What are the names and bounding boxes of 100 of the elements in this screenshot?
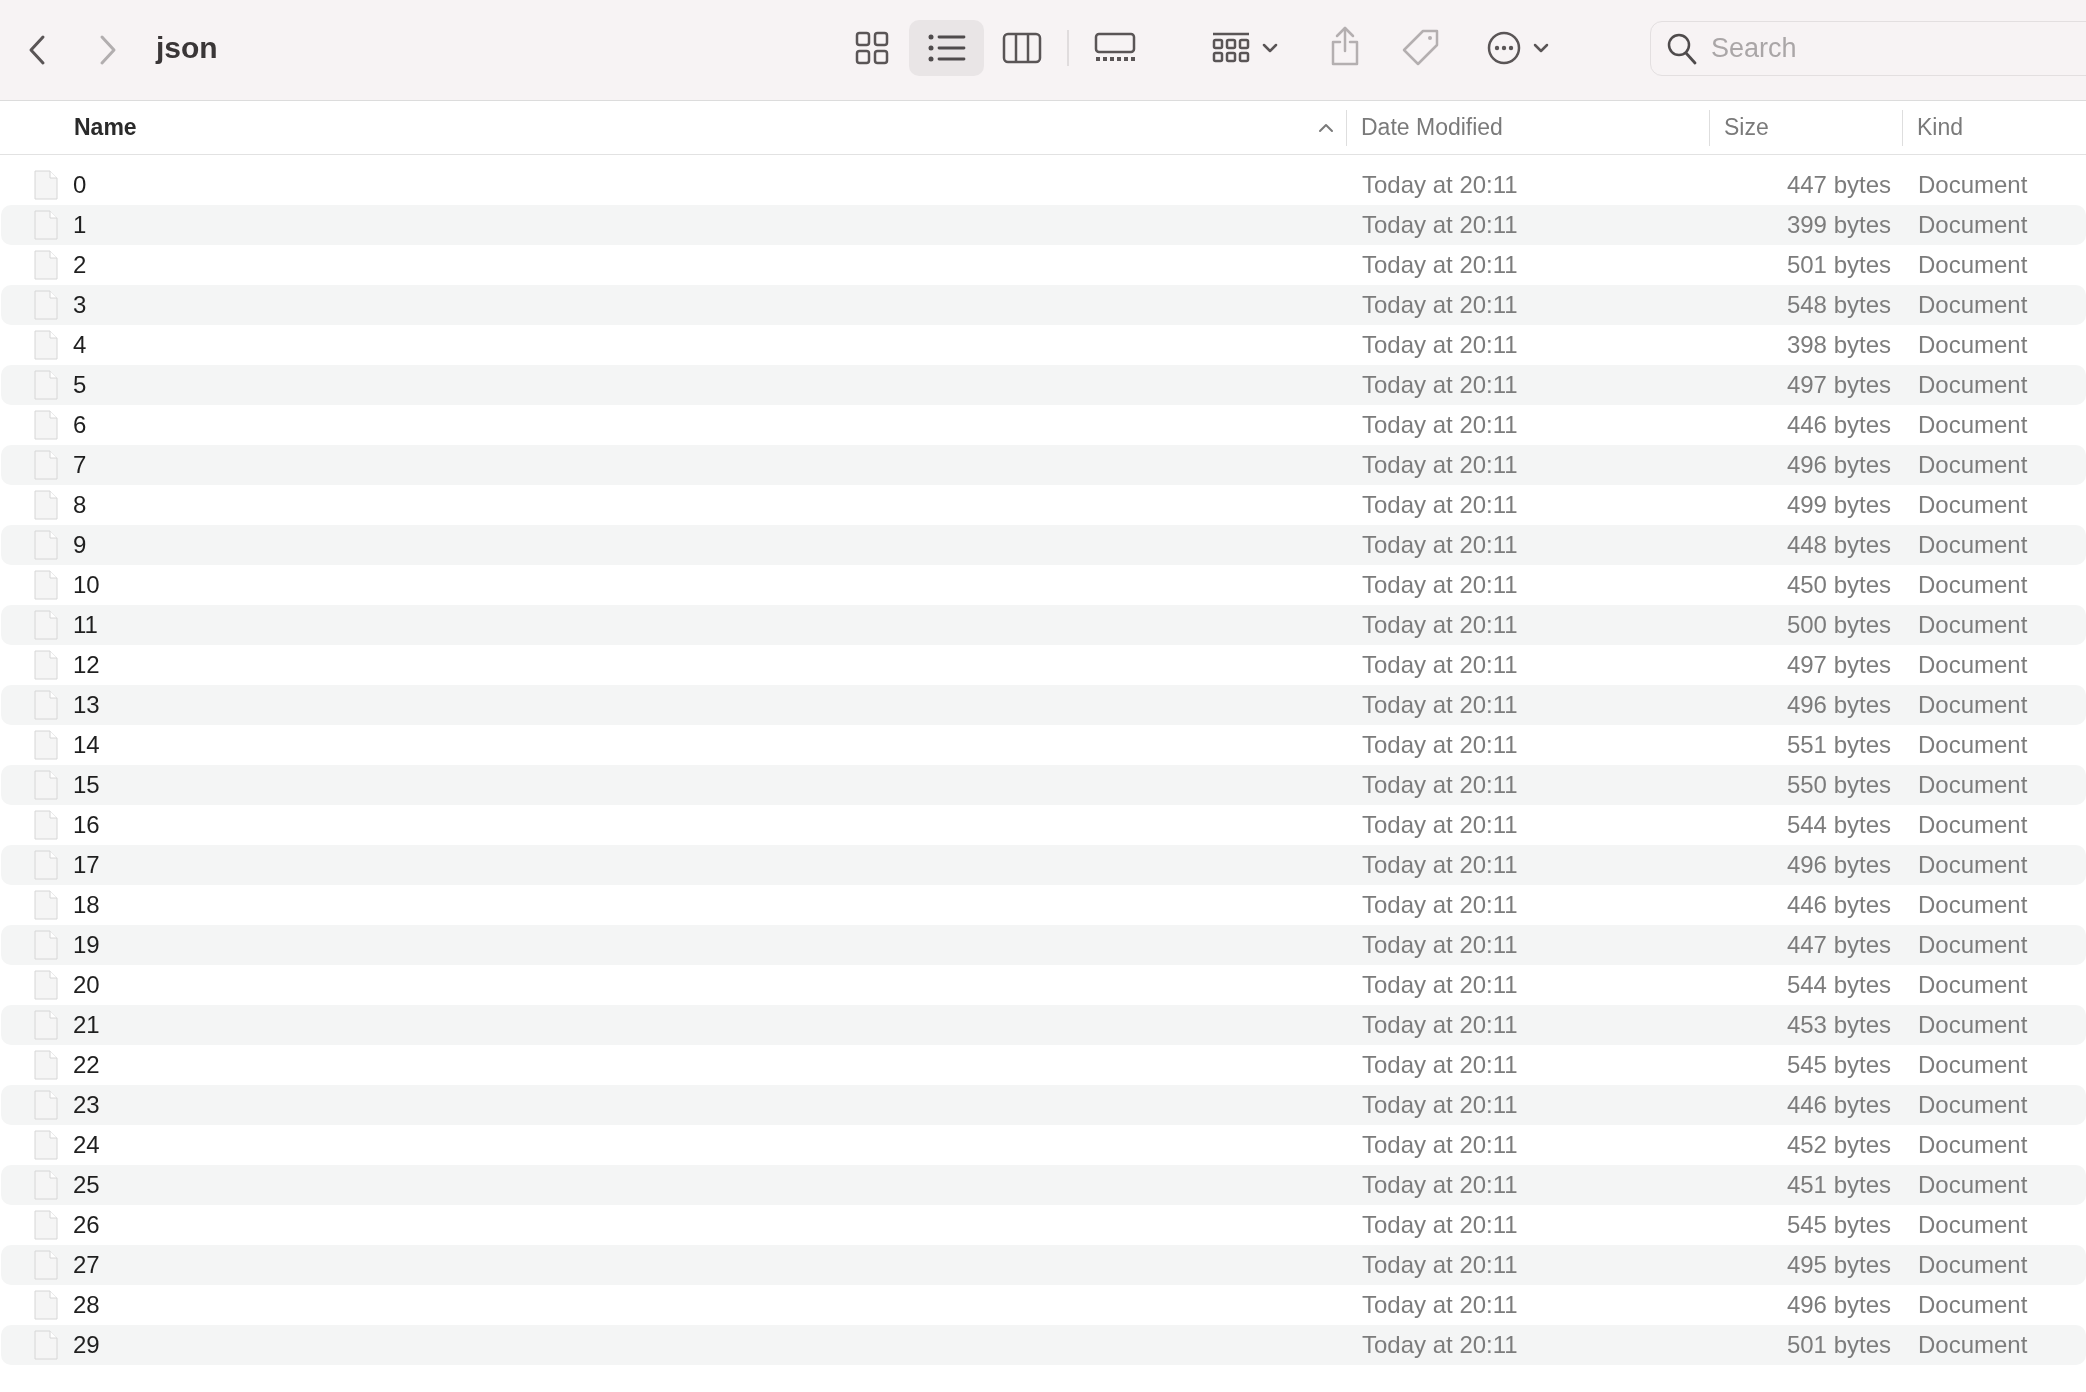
file-name[interactable]: 17	[73, 847, 100, 883]
date-modified: Today at 20:11	[1362, 171, 1518, 198]
date-column-header[interactable]: Date Modified	[1361, 110, 1503, 145]
file-name[interactable]: 22	[73, 1047, 100, 1083]
file-name[interactable]: 19	[73, 927, 100, 963]
file-size: 496 bytes	[1786, 451, 1891, 478]
document-icon	[34, 1330, 58, 1360]
file-size: 544 bytes	[1786, 811, 1891, 838]
file-name[interactable]: 16	[73, 807, 100, 843]
file-name[interactable]: 2	[73, 247, 87, 283]
document-icon	[34, 1290, 58, 1320]
file-name[interactable]: 4	[73, 327, 87, 363]
date-modified: Today at 20:11	[1362, 371, 1518, 398]
date-modified: Today at 20:11	[1362, 731, 1518, 758]
document-icon	[34, 770, 58, 800]
file-size: 501 bytes	[1786, 1331, 1891, 1358]
file-size: 447 bytes	[1786, 171, 1891, 198]
document-icon	[34, 730, 58, 760]
date-modified: Today at 20:11	[1362, 291, 1518, 318]
file-name[interactable]: 0	[73, 167, 87, 203]
file-name[interactable]: 21	[73, 1007, 100, 1043]
document-icon	[34, 810, 58, 840]
name-column-header[interactable]: Name	[74, 110, 137, 145]
window-title: json	[156, 30, 218, 66]
search-icon	[1667, 33, 1697, 65]
file-kind: Document	[1918, 211, 2028, 238]
document-icon	[34, 1250, 58, 1280]
file-kind: Document	[1918, 971, 2028, 998]
file-name[interactable]: 25	[73, 1167, 100, 1203]
file-name[interactable]: 28	[73, 1287, 100, 1323]
file-kind: Document	[1918, 251, 2028, 278]
more-button[interactable]	[1487, 30, 1549, 66]
file-name[interactable]: 5	[73, 367, 87, 403]
file-name[interactable]: 6	[73, 407, 87, 443]
file-size: 495 bytes	[1786, 1251, 1891, 1278]
file-size: 544 bytes	[1786, 971, 1891, 998]
file-size: 500 bytes	[1786, 611, 1891, 638]
date-modified: Today at 20:11	[1362, 1251, 1518, 1278]
document-icon	[34, 1130, 58, 1160]
file-name[interactable]: 23	[73, 1087, 100, 1123]
date-modified: Today at 20:11	[1362, 891, 1518, 918]
document-icon	[34, 570, 58, 600]
date-modified: Today at 20:11	[1362, 931, 1518, 958]
date-modified: Today at 20:11	[1362, 1091, 1518, 1118]
file-kind: Document	[1918, 1131, 2028, 1158]
file-size: 497 bytes	[1786, 651, 1891, 678]
kind-column-header[interactable]: Kind	[1917, 110, 1964, 145]
file-kind: Document	[1918, 1291, 2028, 1318]
search-field[interactable]: Search	[1650, 21, 2086, 76]
file-name[interactable]: 13	[73, 687, 100, 723]
document-icon	[34, 1170, 58, 1200]
file-size: 453 bytes	[1786, 1011, 1891, 1038]
file-kind: Document	[1918, 451, 2028, 478]
date-modified: Today at 20:11	[1362, 1211, 1518, 1238]
file-size: 550 bytes	[1786, 771, 1891, 798]
grid-icon	[854, 31, 889, 65]
file-name[interactable]: 1	[73, 207, 87, 243]
file-name[interactable]: 15	[73, 767, 100, 803]
file-name[interactable]: 27	[73, 1247, 100, 1283]
file-name[interactable]: 29	[73, 1327, 100, 1363]
file-name[interactable]: 8	[73, 487, 87, 523]
document-icon	[34, 690, 58, 720]
document-icon	[34, 610, 58, 640]
file-size: 448 bytes	[1786, 531, 1891, 558]
file-name[interactable]: 10	[73, 567, 100, 603]
document-icon	[34, 1010, 58, 1040]
file-name[interactable]: 11	[73, 607, 98, 643]
file-name[interactable]: 26	[73, 1207, 100, 1243]
file-kind: Document	[1918, 651, 2028, 678]
list-view-button[interactable]	[909, 20, 984, 76]
date-modified: Today at 20:11	[1362, 611, 1518, 638]
file-kind: Document	[1918, 771, 2028, 798]
file-size: 496 bytes	[1786, 691, 1891, 718]
file-size: 496 bytes	[1786, 1291, 1891, 1318]
file-name[interactable]: 3	[73, 287, 87, 323]
file-name[interactable]: 12	[73, 647, 100, 683]
document-icon	[34, 930, 58, 960]
date-modified: Today at 20:11	[1362, 1011, 1518, 1038]
file-name[interactable]: 14	[73, 727, 100, 763]
date-modified: Today at 20:11	[1362, 1051, 1518, 1078]
document-icon	[34, 250, 58, 280]
file-kind: Document	[1918, 1211, 2028, 1238]
size-column-header[interactable]: Size	[1724, 110, 1769, 145]
file-name[interactable]: 24	[73, 1127, 100, 1163]
group-icon	[1212, 32, 1250, 64]
chevron-down-icon	[1262, 43, 1278, 53]
file-kind: Document	[1918, 411, 2028, 438]
file-name[interactable]: 7	[73, 447, 87, 483]
file-size: 447 bytes	[1786, 931, 1891, 958]
file-size: 451 bytes	[1786, 1171, 1891, 1198]
file-kind: Document	[1918, 171, 2028, 198]
file-kind: Document	[1918, 731, 2028, 758]
document-icon	[34, 210, 58, 240]
document-icon	[34, 1050, 58, 1080]
file-name[interactable]: 9	[73, 527, 87, 563]
file-size: 446 bytes	[1786, 891, 1891, 918]
chevron-down-icon	[1533, 43, 1549, 53]
date-modified: Today at 20:11	[1362, 1171, 1518, 1198]
file-name[interactable]: 20	[73, 967, 100, 1003]
file-name[interactable]: 18	[73, 887, 100, 923]
